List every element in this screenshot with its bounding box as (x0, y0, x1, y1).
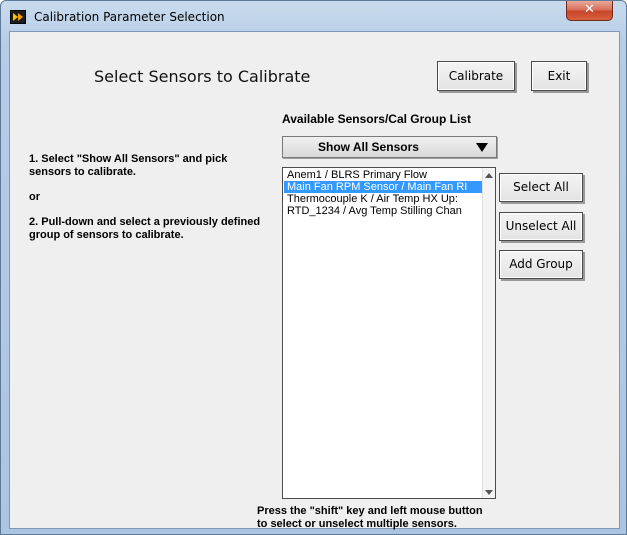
sensor-listbox[interactable]: Anem1 / BLRS Primary Flow Main Fan RPM Se… (282, 167, 496, 499)
instruction-or: or (29, 191, 40, 203)
unselect-all-button[interactable]: Unselect All (499, 212, 583, 241)
sensor-list-item[interactable]: Main Fan RPM Sensor / Main Fan RI (284, 181, 483, 193)
sensor-group-dropdown[interactable]: Show All Sensors (282, 136, 497, 158)
calibration-window: Calibration Parameter Selection ✕ Select… (0, 0, 627, 535)
sensor-list-item[interactable]: RTD_1234 / Avg Temp Stilling Chan (284, 205, 483, 217)
close-button[interactable]: ✕ (566, 1, 613, 21)
instructions-text: 1. Select "Show All Sensors" and pick se… (29, 153, 269, 254)
dropdown-selected-value: Show All Sensors (318, 140, 419, 154)
instruction-step2: 2. Pull-down and select a previously def… (29, 216, 261, 241)
labview-app-icon (10, 10, 26, 24)
dropdown-arrow-icon (476, 143, 488, 152)
add-group-button[interactable]: Add Group (499, 250, 583, 279)
calibrate-button[interactable]: Calibrate (437, 61, 515, 91)
window-title: Calibration Parameter Selection (34, 10, 225, 24)
sensor-list-label: Available Sensors/Cal Group List (282, 112, 471, 126)
listbox-scrollbar[interactable] (482, 168, 495, 498)
select-all-button[interactable]: Select All (499, 173, 583, 202)
scroll-down-arrow-icon[interactable] (485, 490, 493, 495)
instruction-step1: 1. Select "Show All Sensors" and pick se… (29, 153, 228, 178)
hint-line-1: Press the "shift" key and left mouse but… (257, 505, 483, 517)
multi-select-hint: Press the "shift" key and left mouse but… (257, 505, 557, 531)
scroll-up-arrow-icon[interactable] (485, 173, 493, 178)
hint-line-2: to select or unselect multiple sensors. (257, 518, 457, 530)
page-title: Select Sensors to Calibrate (94, 67, 311, 86)
sensor-list-item[interactable]: Anem1 / BLRS Primary Flow (284, 169, 483, 181)
dialog-body: Select Sensors to Calibrate Calibrate Ex… (9, 31, 620, 531)
exit-button[interactable]: Exit (531, 61, 587, 91)
sensor-list-items: Anem1 / BLRS Primary Flow Main Fan RPM Se… (284, 169, 483, 217)
sensor-list-item[interactable]: Thermocouple K / Air Temp HX Up: (284, 193, 483, 205)
title-bar[interactable]: Calibration Parameter Selection ✕ (1, 1, 626, 31)
